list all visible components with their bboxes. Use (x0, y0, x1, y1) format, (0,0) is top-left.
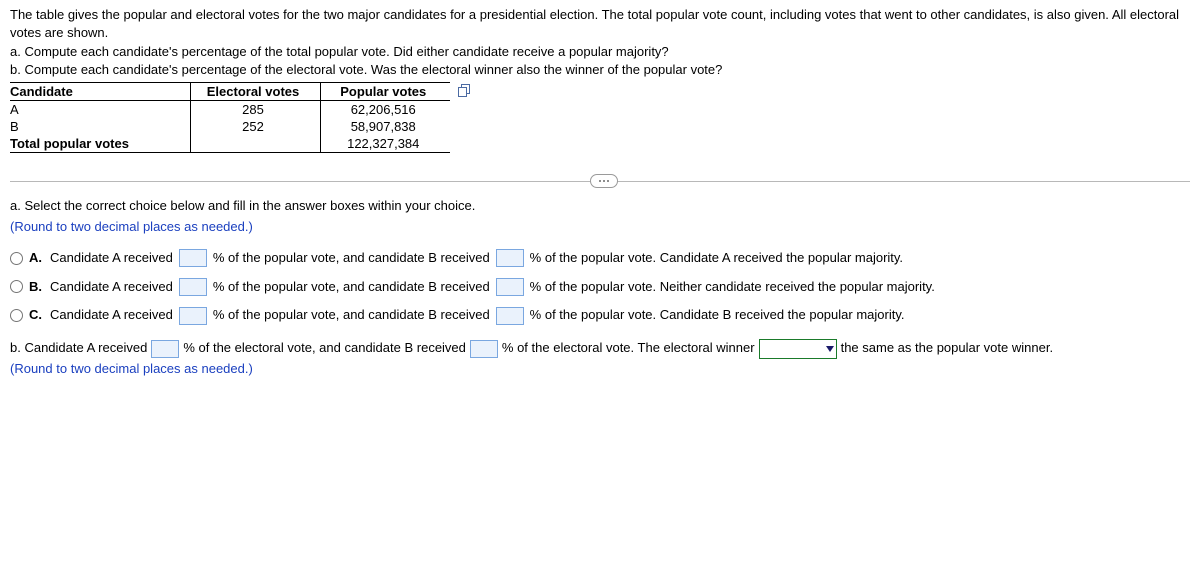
chevron-down-icon (826, 346, 834, 352)
part-a-hint: (Round to two decimal places as needed.) (10, 217, 1190, 238)
expand-pill[interactable] (590, 174, 618, 188)
choice-c: C. Candidate A received % of the popular… (10, 305, 1190, 326)
choice-label-b: B. (29, 277, 42, 298)
input-partb-1[interactable] (151, 340, 179, 358)
input-a-2[interactable] (496, 249, 524, 267)
radio-c[interactable] (10, 309, 23, 322)
part-a-prompt: a. Select the correct choice below and f… (10, 196, 1190, 217)
part-b-hint: (Round to two decimal places as needed.) (10, 359, 1190, 380)
col-popular: Popular votes (320, 83, 450, 101)
votes-table: Candidate Electoral votes Popular votes … (10, 82, 450, 153)
choice-label-c: C. (29, 305, 42, 326)
intro-text: The table gives the popular and electora… (10, 6, 1190, 41)
question-a: a. Compute each candidate's percentage o… (10, 43, 1190, 61)
winner-dropdown[interactable] (759, 339, 837, 359)
input-b-2[interactable] (496, 278, 524, 296)
choice-label-a: A. (29, 248, 42, 269)
table-row: A 285 62,206,516 (10, 101, 450, 119)
table-row: B 252 58,907,838 (10, 118, 450, 135)
input-partb-2[interactable] (470, 340, 498, 358)
copy-icon[interactable] (458, 84, 472, 98)
section-divider (10, 181, 1190, 182)
choice-b: B. Candidate A received % of the popular… (10, 277, 1190, 298)
part-a: a. Select the correct choice below and f… (10, 196, 1190, 326)
input-b-1[interactable] (179, 278, 207, 296)
question-b: b. Compute each candidate's percentage o… (10, 61, 1190, 79)
part-b: b. Candidate A received % of the elector… (10, 338, 1190, 380)
col-candidate: Candidate (10, 83, 190, 101)
radio-b[interactable] (10, 280, 23, 293)
col-electoral: Electoral votes (190, 83, 320, 101)
table-row: Total popular votes 122,327,384 (10, 135, 450, 153)
radio-a[interactable] (10, 252, 23, 265)
input-c-1[interactable] (179, 307, 207, 325)
choice-a: A. Candidate A received % of the popular… (10, 248, 1190, 269)
input-c-2[interactable] (496, 307, 524, 325)
problem-statement: The table gives the popular and electora… (10, 6, 1190, 78)
input-a-1[interactable] (179, 249, 207, 267)
